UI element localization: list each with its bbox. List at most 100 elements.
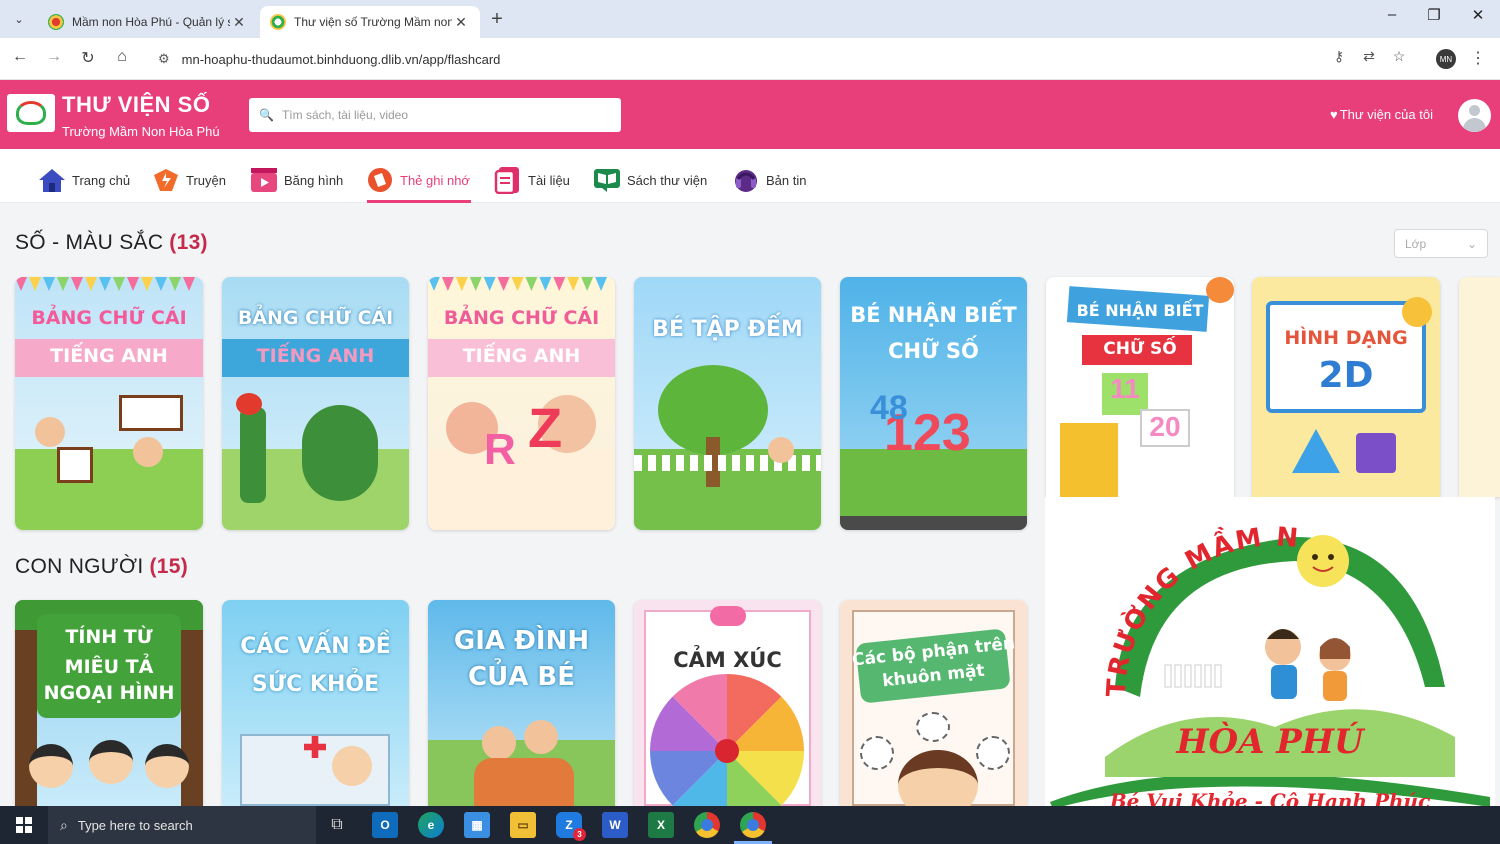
chrome-profile-mn-icon[interactable]: [740, 812, 766, 838]
profile-avatar[interactable]: MN: [1436, 49, 1456, 69]
browser-menu-icon[interactable]: ⋮: [1470, 48, 1486, 68]
tab-title: Thư viện số Trường Mầm non H: [294, 15, 452, 29]
search-input[interactable]: [281, 108, 602, 122]
maximize-button[interactable]: ❐: [1414, 6, 1454, 24]
menu-label: Trang chủ: [72, 172, 131, 188]
flashcard-icon: [366, 166, 394, 194]
new-tab-button[interactable]: +: [486, 8, 508, 31]
word-icon[interactable]: W: [602, 812, 628, 838]
school-logo-overlay: TRƯỜNG MẦM NON HÒA PHÚ Bé Vui Khỏe - Cô …: [1033, 474, 1495, 838]
edge-icon[interactable]: e: [418, 812, 444, 838]
logo-school-name: HÒA PHÚ: [1175, 721, 1366, 762]
card-title: TÍNH TỪ MIÊU TẢ: [64, 626, 154, 678]
flashcard-card[interactable]: BÉ TẬP ĐẾM: [634, 277, 821, 530]
flashcard-card[interactable]: HÌNH DẠNG 2D: [1252, 277, 1440, 497]
flashcard-card[interactable]: BÉ NHẬN BIẾT CHỮ SỐ 123 48: [840, 277, 1027, 530]
user-avatar[interactable]: [1458, 99, 1491, 132]
card-subtitle: TIẾNG ANH: [462, 345, 581, 367]
chrome-profile-l-icon[interactable]: [694, 812, 720, 838]
bookmark-star-icon[interactable]: ☆: [1388, 48, 1410, 65]
grade-filter-select[interactable]: Lớp ⌄: [1394, 229, 1488, 258]
menu-item-library-books[interactable]: Sách thư viện: [593, 158, 707, 202]
url-field[interactable]: ⚙ mn-hoaphu-thudaumot.binhduong.dlib.vn/…: [146, 43, 1426, 75]
video-icon: [250, 166, 278, 194]
flashcard-card[interactable]: GIA ĐÌNH CỦA BÉ: [428, 600, 615, 806]
card-subtitle: TIẾNG ANH: [256, 345, 375, 367]
my-library-label: Thư viện của tôi: [1339, 107, 1433, 122]
back-arrow-icon[interactable]: ←: [9, 48, 31, 66]
news-icon: [732, 166, 760, 194]
search-box[interactable]: 🔍: [249, 98, 621, 132]
browser-tab-active[interactable]: Thư viện số Trường Mầm non H ✕: [260, 6, 480, 38]
tab-title: Mầm non Hòa Phú - Quản lý sổ: [72, 15, 230, 29]
flashcard-card[interactable]: CẢM XÚC: [634, 600, 821, 806]
flashcard-card[interactable]: BÉ NHẬN BIẾT CHỮ SỐ 11 20: [1046, 277, 1234, 497]
flashcard-card[interactable]: BẢNG CHỮ CÁI TIẾNG ANH R Z: [428, 277, 615, 530]
card-subtitle: CỦA BÉ: [468, 662, 575, 692]
browser-tab-inactive[interactable]: Mầm non Hòa Phú - Quản lý sổ ✕: [38, 6, 258, 38]
card-title: BÉ NHẬN BIẾT: [1076, 301, 1204, 320]
menu-item-story[interactable]: Truyện: [152, 158, 226, 202]
card-title: GIA ĐÌNH: [453, 626, 590, 656]
outlook-icon[interactable]: O: [372, 812, 398, 838]
card-title: BÉ TẬP ĐẾM: [652, 317, 803, 342]
menu-item-home[interactable]: Trang chủ: [38, 158, 130, 202]
card-title: HÌNH DẠNG: [1284, 327, 1408, 349]
excel-icon[interactable]: X: [648, 812, 674, 838]
close-tab-icon[interactable]: ✕: [452, 14, 470, 31]
my-library-link[interactable]: ♥ Thư viện của tôi: [1330, 107, 1433, 122]
document-icon: [494, 166, 522, 194]
menu-item-news[interactable]: Bản tin: [732, 158, 806, 202]
card-title: CÁC VẤN ĐỀ: [240, 634, 391, 659]
menu-item-documents[interactable]: Tài liệu: [494, 158, 570, 202]
menu-label: Tài liệu: [528, 172, 570, 188]
flashcard-card[interactable]: Các bộ phận trên khuôn mặt: [840, 600, 1027, 806]
minimize-button[interactable]: –: [1372, 6, 1412, 23]
flashcard-card-partial[interactable]: [1459, 277, 1500, 497]
tab-search-button[interactable]: ⌄: [8, 8, 30, 30]
card-subtitle: CHỮ SỐ: [1103, 339, 1177, 359]
card-title: CẢM XÚC: [673, 648, 782, 672]
close-window-button[interactable]: ✕: [1458, 6, 1498, 24]
menu-item-flashcard[interactable]: Thẻ ghi nhớ: [366, 158, 470, 202]
site-title: THƯ VIỆN SỐ: [62, 92, 211, 117]
active-tab-indicator: [367, 200, 471, 203]
windows-logo-icon: [16, 817, 32, 833]
heart-icon: ♥: [1330, 107, 1338, 122]
flashcard-card[interactable]: CÁC VẤN ĐỀ SỨC KHỎE: [222, 600, 409, 806]
flashcard-card[interactable]: TÍNH TỪ MIÊU TẢ NGOẠI HÌNH: [15, 600, 203, 806]
book-icon: [593, 166, 621, 194]
chevron-down-icon: ⌄: [1466, 236, 1477, 251]
card-title: BẢNG CHỮ CÁI: [31, 307, 187, 329]
zalo-icon[interactable]: Z 3: [556, 812, 586, 841]
menu-label: Băng hình: [284, 172, 344, 188]
flashcard-card[interactable]: BẢNG CHỮ CÁI TIẾNG ANH: [15, 277, 203, 530]
password-key-icon[interactable]: ⚷: [1328, 48, 1350, 65]
card-subtitle: 2D: [1318, 355, 1374, 396]
site-info-icon[interactable]: ⚙: [158, 51, 170, 67]
close-tab-icon[interactable]: ✕: [230, 14, 248, 31]
card-title: BÉ NHẬN BIẾT: [850, 303, 1017, 327]
search-icon: ⌕: [60, 816, 68, 833]
taskbar-search-box[interactable]: ⌕ Type here to search: [48, 806, 316, 844]
menu-label: Bản tin: [766, 172, 807, 188]
notification-badge: 3: [573, 828, 586, 841]
windows-start-button[interactable]: [0, 806, 48, 844]
home-icon[interactable]: ⌂: [111, 48, 133, 66]
url-text: mn-hoaphu-thudaumot.binhduong.dlib.vn/ap…: [181, 51, 501, 67]
card-subtitle: CHỮ SỐ: [888, 339, 979, 363]
site-header: [0, 80, 1500, 149]
store-icon[interactable]: ▦: [464, 812, 490, 838]
reload-icon[interactable]: ↻: [77, 48, 99, 68]
flashcard-card[interactable]: BẢNG CHỮ CÁI TIẾNG ANH: [222, 277, 409, 530]
translate-icon[interactable]: ⇄: [1358, 48, 1380, 65]
menu-item-video[interactable]: Băng hình: [250, 158, 343, 202]
task-view-icon[interactable]: ⧉: [324, 812, 350, 838]
search-icon: 🔍: [259, 108, 274, 122]
menu-label: Thẻ ghi nhớ: [400, 172, 470, 188]
site-favicon-icon: [48, 14, 64, 30]
forward-arrow-icon[interactable]: →: [43, 48, 65, 66]
file-explorer-icon[interactable]: ▭: [510, 812, 536, 838]
card-subtitle: TIẾNG ANH: [50, 345, 168, 367]
school-logo[interactable]: [7, 94, 55, 132]
